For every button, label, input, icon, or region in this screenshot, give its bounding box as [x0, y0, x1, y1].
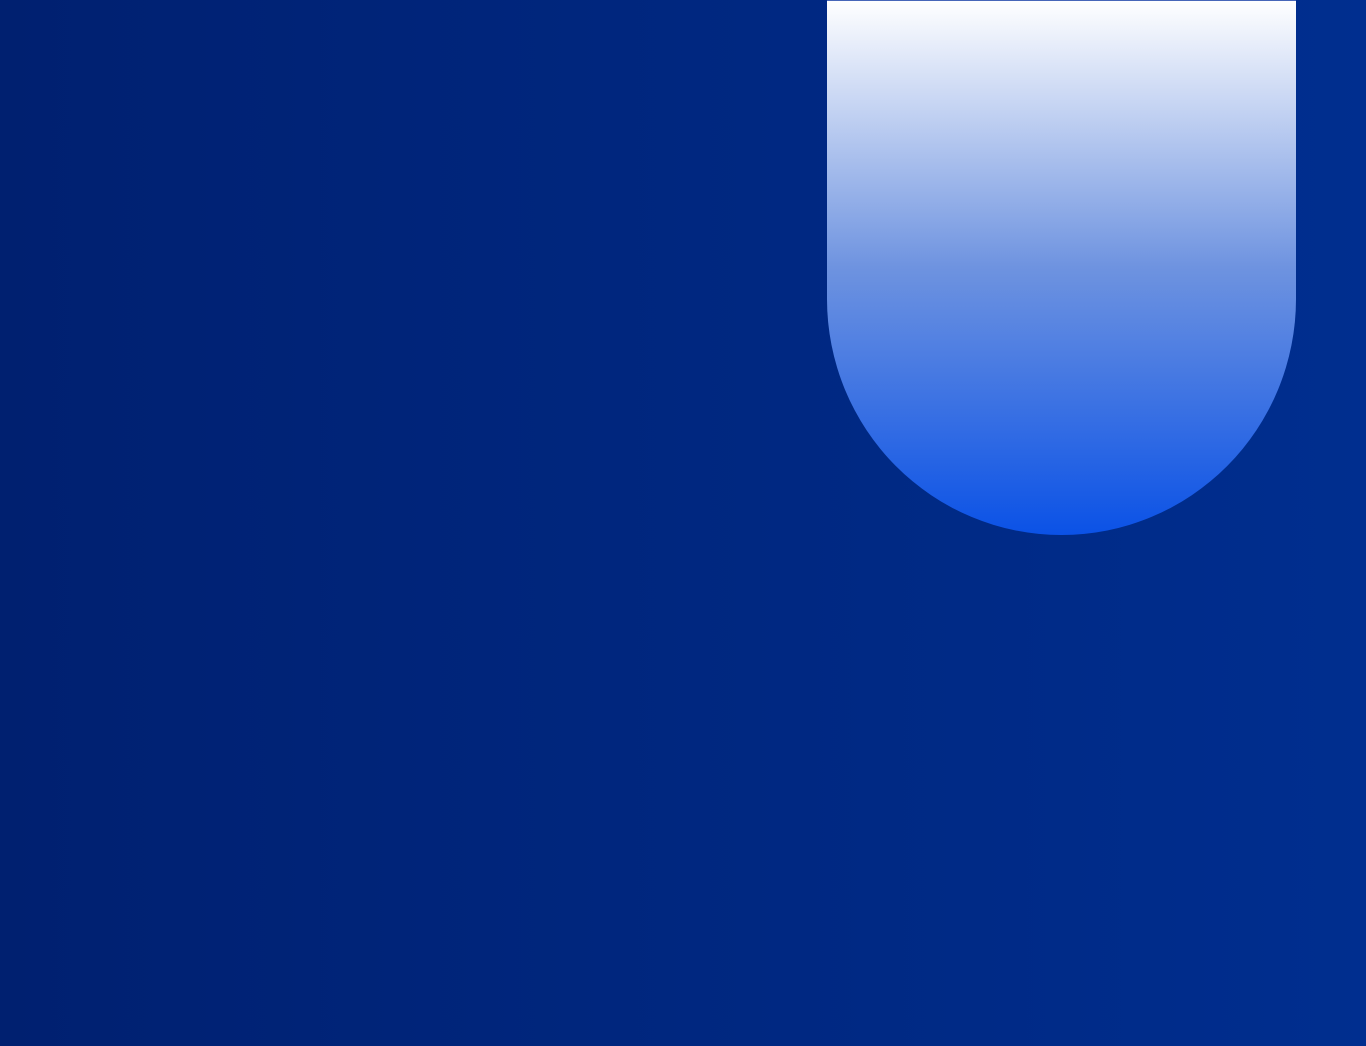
pill-top-edge	[827, 0, 1296, 1]
gradient-pill-shape	[827, 0, 1296, 535]
